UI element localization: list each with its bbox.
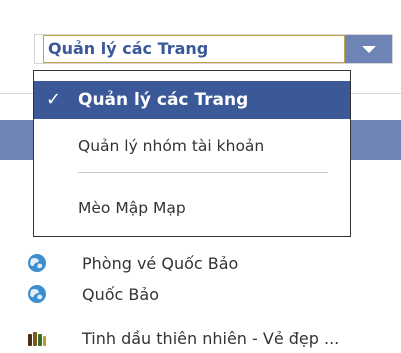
menu-separator <box>78 172 328 173</box>
menu-item-manage-pages[interactable]: ✓ Quản lý các Trang <box>34 81 350 119</box>
menu-item-meo-map-map[interactable]: Mèo Mập Mạp <box>34 193 350 223</box>
dropdown-menu: ✓ Quản lý các Trang Quản lý nhóm tài kho… <box>33 70 351 237</box>
page-selector-value[interactable]: Quản lý các Trang <box>43 35 345 63</box>
menu-item-label: Mèo Mập Mạp <box>78 199 186 217</box>
page-label: Quốc Bảo <box>82 285 159 304</box>
page-list-item[interactable]: Tinh dầu thiên nhiên - Vẻ đẹp ... <box>28 325 401 353</box>
globe-icon <box>28 254 46 272</box>
chevron-down-icon[interactable] <box>345 35 392 63</box>
globe-icon <box>28 285 46 303</box>
menu-item-label: Quản lý nhóm tài khoản <box>78 137 265 155</box>
page-selector[interactable]: Quản lý các Trang <box>34 34 393 64</box>
page-list-item[interactable]: Quốc Bảo <box>28 281 401 309</box>
check-icon: ✓ <box>46 89 62 110</box>
menu-item-label: Quản lý các Trang <box>78 90 249 110</box>
bottles-icon <box>28 332 46 346</box>
page-label: Tinh dầu thiên nhiên - Vẻ đẹp ... <box>82 329 340 348</box>
menu-item-manage-account-groups[interactable]: Quản lý nhóm tài khoản <box>34 131 350 161</box>
page-list-item[interactable]: Phòng vé Quốc Bảo <box>28 250 401 278</box>
page-label: Phòng vé Quốc Bảo <box>82 254 239 273</box>
